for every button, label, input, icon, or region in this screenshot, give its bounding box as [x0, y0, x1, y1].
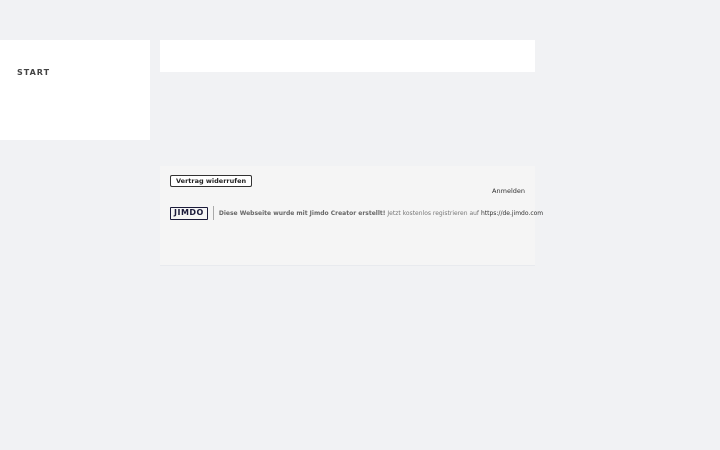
navigation-panel: START	[0, 40, 150, 140]
jimdo-created-text: Diese Webseite wurde mit Jimdo Creator e…	[218, 209, 386, 217]
jimdo-register-text: Jetzt kostenlos registrieren auf	[385, 209, 481, 217]
divider	[212, 206, 214, 220]
content-header-area	[160, 40, 535, 72]
jimdo-banner-text: Diese Webseite wurde mit Jimdo Creator e…	[219, 210, 543, 217]
login-link[interactable]: Anmelden	[492, 187, 525, 195]
jimdo-url-link[interactable]: https://de.jimdo.com	[481, 210, 543, 217]
jimdo-banner: JIMDO Diese Webseite wurde mit Jimdo Cre…	[170, 206, 543, 220]
footer-panel: Vertrag widerrufen Anmelden JIMDO Diese …	[160, 166, 543, 266]
nav-item-start[interactable]: START	[17, 68, 50, 77]
jimdo-logo[interactable]: JIMDO	[170, 206, 208, 220]
revoke-contract-button[interactable]: Vertrag widerrufen	[170, 175, 253, 187]
